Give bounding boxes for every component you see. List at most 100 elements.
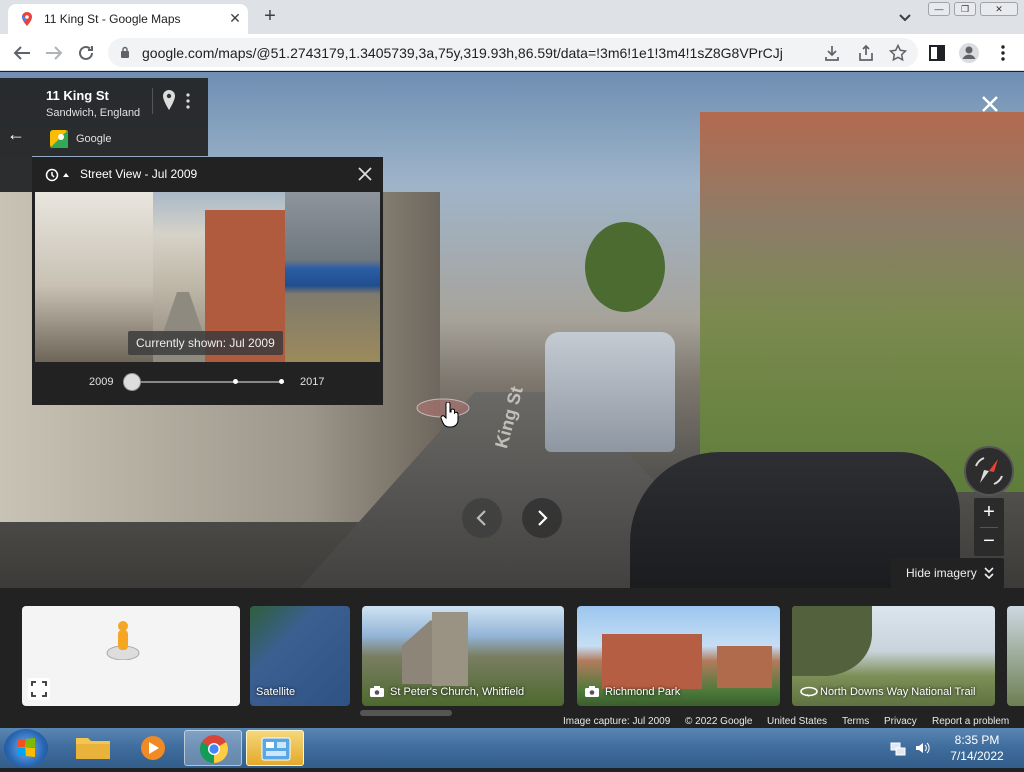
browser-toolbar: google.com/maps/@51.2743179,1.3405739,3a… — [0, 34, 1024, 71]
tab-search-chevron-icon[interactable] — [895, 8, 915, 28]
tree-image — [792, 606, 872, 676]
windows-logo-icon — [17, 738, 35, 757]
terms-link[interactable]: Terms — [842, 716, 869, 727]
church-label: St Peter's Church, Whitfield — [390, 686, 525, 698]
tab-title: 11 King St - Google Maps — [44, 12, 181, 26]
camera-icon — [585, 686, 599, 697]
restore-button[interactable]: ❐ — [954, 2, 976, 16]
clock-time: 8:35 PM — [954, 733, 1000, 747]
copyright-text: © 2022 Google — [685, 716, 753, 727]
zoom-control: + − — [974, 498, 1004, 556]
thumb-shopfront — [285, 192, 380, 362]
chevron-right-icon — [538, 510, 548, 526]
timeline-track[interactable] — [132, 381, 284, 383]
street-view-pegman-card[interactable] — [22, 606, 240, 706]
hide-imagery-button[interactable]: Hide imagery — [891, 558, 1004, 588]
reload-icon[interactable] — [74, 41, 98, 65]
lock-icon[interactable] — [120, 46, 130, 58]
report-problem-link[interactable]: Report a problem — [932, 716, 1009, 727]
address-bar[interactable]: google.com/maps/@51.2743179,1.3405739,3a… — [108, 38, 918, 67]
minimize-button[interactable]: — — [928, 2, 950, 16]
chevron-left-icon — [476, 510, 486, 526]
tab-strip: 11 King St - Google Maps ✕ + — ❐ ✕ — [0, 0, 1024, 34]
camera-icon — [370, 686, 384, 697]
place-card: 11 King St Sandwich, England Google — [32, 78, 208, 156]
image-capture-date: Image capture: Jul 2009 — [563, 716, 671, 727]
clock-date: 7/14/2022 — [950, 749, 1004, 763]
map-footer: Image capture: Jul 2009 © 2022 Google Un… — [558, 716, 1024, 728]
google-logo-icon — [50, 130, 68, 148]
back-arrow-icon: ← — [7, 124, 25, 144]
close-icon[interactable] — [356, 165, 374, 183]
compass-button[interactable] — [964, 446, 1014, 496]
close-street-view-icon[interactable] — [978, 92, 1002, 116]
history-clock-icon[interactable] — [44, 167, 70, 183]
timeline-end-year: 2017 — [300, 376, 325, 388]
trail-label: North Downs Way National Trail — [820, 686, 976, 698]
tab-google-maps[interactable]: 11 King St - Google Maps ✕ — [8, 4, 248, 34]
url-text[interactable]: google.com/maps/@51.2743179,1.3405739,3a… — [142, 45, 782, 61]
start-button[interactable] — [4, 729, 48, 767]
pegman-icon — [106, 621, 140, 660]
church-tower-image — [432, 612, 468, 686]
browser-menu-icon[interactable] — [992, 42, 1014, 64]
currently-shown-label: Currently shown: Jul 2009 — [128, 331, 283, 355]
control-panel-icon — [261, 737, 291, 761]
imagery-strip: Satellite St Peter's Church, Whitfield R… — [0, 588, 1024, 728]
fullscreen-button[interactable] — [28, 678, 50, 700]
taskbar-media-player[interactable] — [124, 730, 182, 766]
privacy-link[interactable]: Privacy — [884, 716, 917, 727]
new-tab-button[interactable]: + — [258, 5, 282, 29]
timeline-slider-handle[interactable] — [123, 373, 141, 391]
timeline-point[interactable] — [233, 379, 238, 384]
scene-van — [545, 332, 675, 452]
compass-needle-icon — [975, 457, 1003, 485]
time-machine-title: Street View - Jul 2009 — [80, 167, 198, 181]
double-chevron-down-icon — [984, 567, 994, 580]
side-panel-icon[interactable] — [926, 42, 948, 64]
photo-card-park[interactable]: Richmond Park — [577, 606, 780, 706]
move-forward-button[interactable] — [522, 498, 562, 538]
house-image — [602, 634, 702, 689]
hide-imagery-label: Hide imagery — [906, 566, 977, 580]
bookmark-star-icon[interactable] — [888, 43, 908, 63]
forward-arrow-icon[interactable] — [42, 41, 66, 65]
share-icon[interactable] — [856, 43, 876, 63]
panorama-360-icon — [800, 686, 818, 697]
move-backward-button[interactable] — [462, 498, 502, 538]
fullscreen-icon — [31, 681, 47, 697]
place-card-divider — [152, 88, 153, 114]
volume-icon[interactable] — [914, 740, 930, 756]
network-icon[interactable] — [890, 740, 906, 756]
zoom-out-button[interactable]: − — [974, 527, 1004, 555]
taskbar-file-explorer[interactable] — [64, 730, 122, 766]
zoom-in-button[interactable]: + — [974, 498, 1004, 526]
taskbar-chrome[interactable] — [184, 730, 242, 766]
profile-avatar-icon[interactable] — [958, 42, 980, 64]
more-options-icon[interactable] — [184, 92, 192, 110]
photo-card-trail[interactable]: North Downs Way National Trail — [792, 606, 995, 706]
timeline-start-year: 2009 — [89, 376, 114, 388]
photo-card-church[interactable]: St Peter's Church, Whitfield — [362, 606, 564, 706]
place-address: Sandwich, England — [46, 107, 141, 119]
park-label: Richmond Park — [605, 686, 681, 698]
hand-cursor-icon — [440, 402, 459, 428]
house-image-2 — [717, 646, 772, 688]
back-to-map-button[interactable]: ← — [0, 78, 32, 192]
install-app-icon[interactable] — [822, 43, 842, 63]
region-link[interactable]: United States — [767, 716, 827, 727]
google-attribution: Google — [76, 133, 112, 145]
window-close-button[interactable]: ✕ — [980, 2, 1018, 16]
satellite-card[interactable]: Satellite — [250, 606, 350, 706]
system-clock[interactable]: 8:35 PM 7/14/2022 — [942, 732, 1012, 764]
timeline-point[interactable] — [279, 379, 284, 384]
taskbar-control-panel[interactable] — [246, 730, 304, 766]
google-maps-favicon-icon — [22, 12, 32, 26]
tab-close-icon[interactable]: ✕ — [226, 9, 244, 27]
chrome-icon — [200, 735, 228, 763]
location-pin-icon[interactable] — [162, 90, 176, 110]
photo-card-partial[interactable] — [1007, 606, 1024, 706]
place-name[interactable]: 11 King St — [46, 88, 109, 103]
imagery-scrollbar[interactable] — [360, 710, 452, 716]
back-arrow-icon[interactable] — [10, 41, 34, 65]
